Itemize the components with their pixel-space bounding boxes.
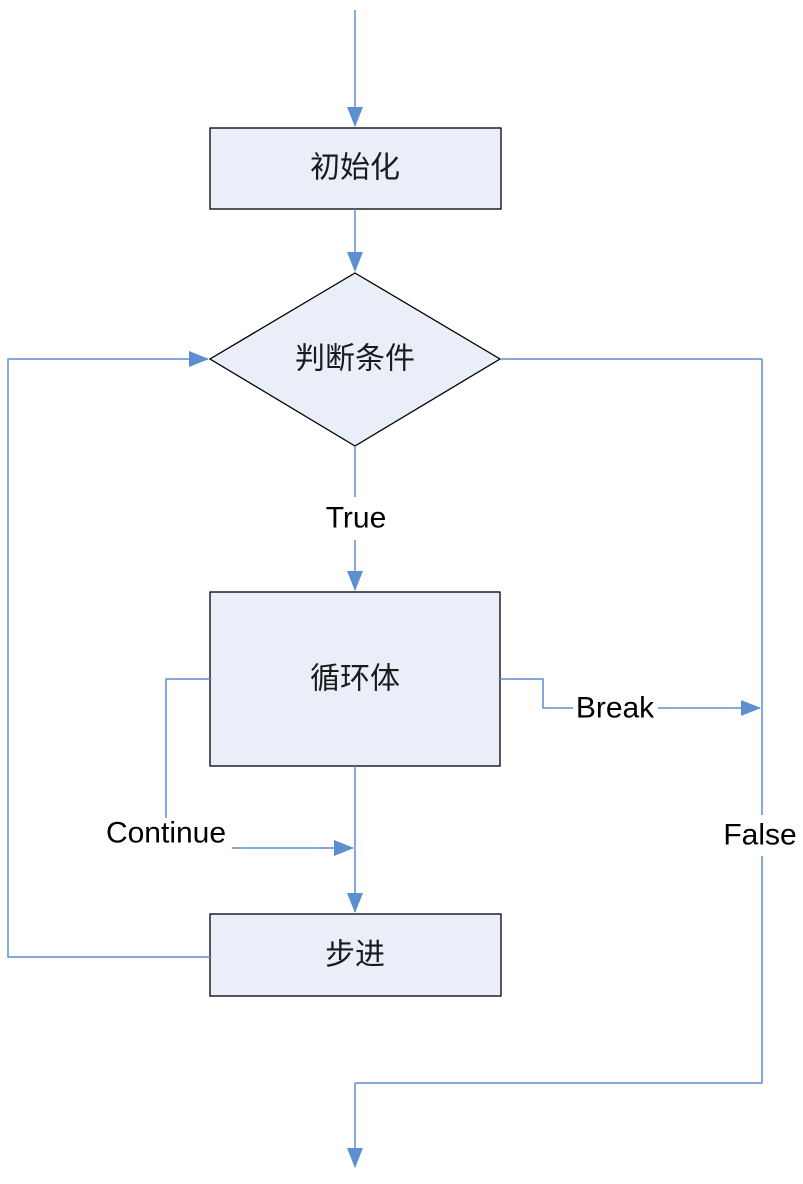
true-label: True <box>326 502 387 535</box>
loop-back-arrow <box>7 351 210 958</box>
break-line <box>500 678 573 709</box>
break-label: Break <box>576 692 655 725</box>
loop-flowchart: 初始化 判断条件 True 循环体 Continue Break 步进 Fals… <box>7 10 797 1168</box>
body-label: 循环体 <box>310 662 400 697</box>
continue-label: Continue <box>106 817 226 850</box>
condition-label: 判断条件 <box>295 342 415 377</box>
continue-line <box>165 678 210 818</box>
step-label: 步进 <box>325 938 385 973</box>
false-label: False <box>723 819 796 852</box>
init-label: 初始化 <box>310 151 400 186</box>
